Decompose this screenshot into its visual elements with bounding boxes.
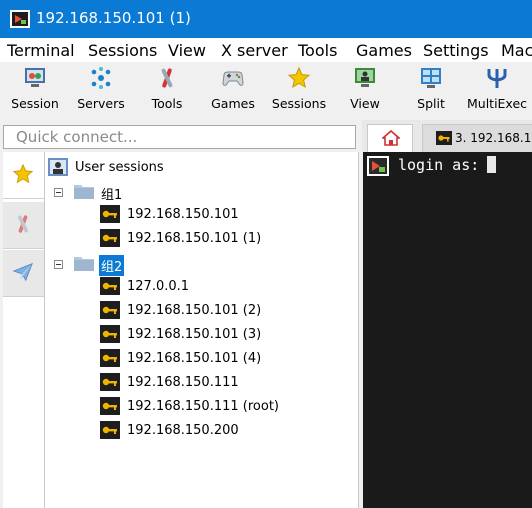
- view-button[interactable]: View: [332, 62, 398, 120]
- tab-bar: 3. 192.168.15: [362, 120, 532, 152]
- key-icon: [100, 325, 120, 343]
- view-icon: [355, 68, 375, 87]
- collapse-toggle-group-1[interactable]: [54, 188, 63, 197]
- session-tree: User sessions 组1 192.168.150.101 192.168…: [45, 152, 359, 508]
- star-icon: [12, 163, 34, 184]
- session-button[interactable]: Session: [2, 62, 68, 120]
- key-icon: [100, 349, 120, 367]
- menu-terminal[interactable]: Terminal: [7, 41, 75, 60]
- menu-bar: Terminal Sessions View X server Tools Ga…: [0, 38, 532, 62]
- mobaxterm-app-icon: [10, 10, 30, 28]
- menu-tools[interactable]: Tools: [298, 41, 337, 60]
- folder-icon: [74, 185, 94, 199]
- title-bar: 192.168.150.101 (1): [0, 0, 532, 38]
- menu-view[interactable]: View: [168, 41, 206, 60]
- sidebar-tools-tab[interactable]: [3, 202, 44, 249]
- terminal-line: login as:: [398, 156, 497, 174]
- multiexec-icon: [487, 69, 507, 88]
- key-icon: [100, 397, 120, 415]
- key-icon: [100, 277, 120, 295]
- folder-icon: [74, 257, 94, 271]
- terminal-session-icon: [367, 156, 389, 176]
- sidebar-macros-tab[interactable]: [3, 250, 44, 297]
- terminal-cursor: [487, 156, 497, 173]
- tab-home[interactable]: [367, 124, 413, 152]
- key-icon: [100, 421, 120, 439]
- sidebar-sessions-tab[interactable]: [3, 152, 44, 199]
- menu-sessions[interactable]: Sessions: [88, 41, 157, 60]
- servers-button[interactable]: Servers: [68, 62, 134, 120]
- menu-games[interactable]: Games: [356, 41, 412, 60]
- tab-session-3[interactable]: 3. 192.168.15: [422, 124, 532, 152]
- key-icon: [100, 373, 120, 391]
- sessions-button[interactable]: Sessions: [266, 62, 332, 120]
- menu-x-server[interactable]: X server: [221, 41, 288, 60]
- servers-icon: [91, 67, 111, 89]
- window-title: 192.168.150.101 (1): [36, 9, 191, 27]
- menu-settings[interactable]: Settings: [423, 41, 489, 60]
- menu-macros[interactable]: Mac: [501, 41, 532, 60]
- key-icon: [100, 205, 120, 223]
- tools-icon: [18, 215, 28, 233]
- terminal-prompt: login as:: [398, 156, 480, 174]
- left-side-bar: [3, 152, 45, 508]
- split-button[interactable]: Split: [398, 62, 464, 120]
- key-icon: [100, 229, 120, 247]
- sessions-star-icon: [287, 66, 311, 89]
- terminal-pane[interactable]: login as:: [363, 152, 532, 508]
- tools-button[interactable]: Tools: [134, 62, 200, 120]
- session-icon: [25, 68, 45, 87]
- split-icon: [421, 68, 441, 88]
- key-icon: [100, 301, 120, 319]
- key-icon: [436, 131, 452, 145]
- multiexec-button[interactable]: MultiExec: [464, 62, 530, 120]
- paper-plane-icon: [12, 262, 33, 282]
- tools-icon: [161, 68, 173, 88]
- games-button[interactable]: Games: [200, 62, 266, 120]
- home-icon: [382, 130, 400, 146]
- games-icon: [222, 71, 244, 86]
- collapse-toggle-group-2[interactable]: [54, 260, 63, 269]
- user-sessions-icon: [48, 158, 68, 176]
- main-toolbar: Session Servers Tools Games Sessions Vie…: [0, 62, 532, 120]
- quick-connect-input[interactable]: Quick connect...: [3, 125, 356, 149]
